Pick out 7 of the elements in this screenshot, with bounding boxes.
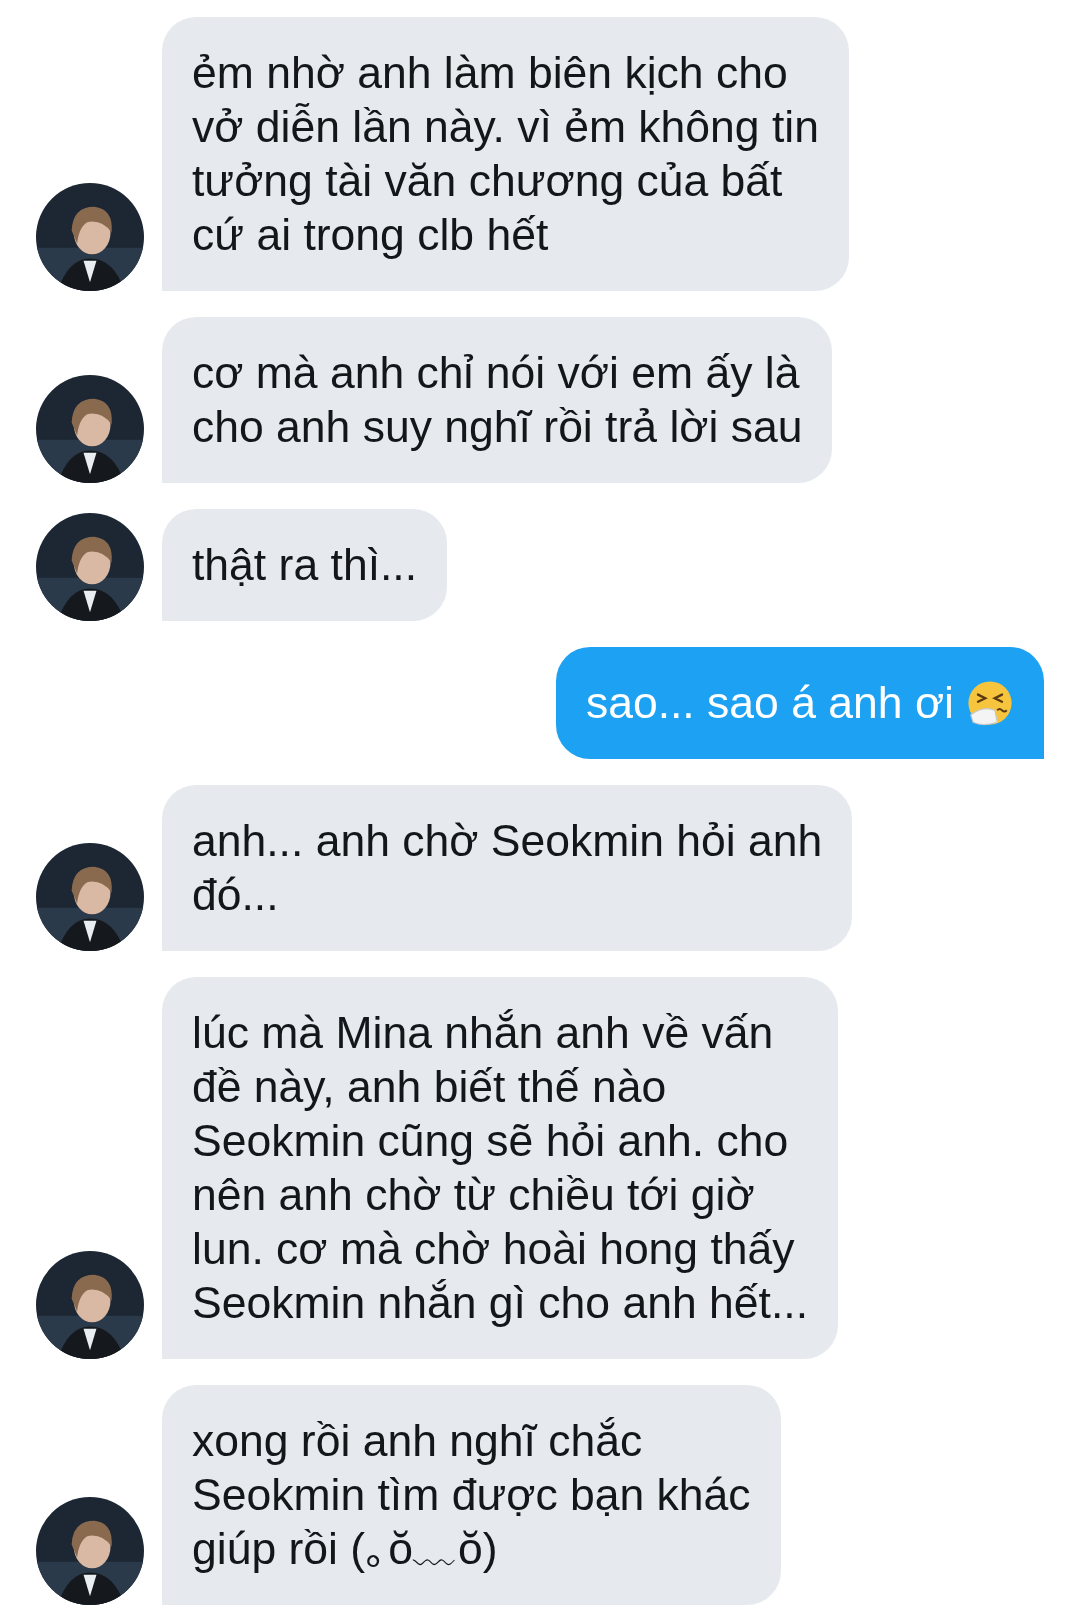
message-bubble: anh... anh chờ Seokmin hỏi anh đó... xyxy=(162,785,853,951)
message-bubble: ẻm nhờ anh làm biên kịch cho vở diễn lần này. vì ẻm không tin tưởng tài văn chương của bất cứ ai trong clb hết xyxy=(162,17,849,291)
message-bubble: xong rồi anh nghĩ chắc Seokmin tìm được bạn khác giúp rồi (｡ŏ﹏ŏ) xyxy=(162,1385,781,1605)
message-bubble: sao... sao á anh ơi xyxy=(555,647,1044,759)
message-bubble: thật ra thì... xyxy=(162,509,448,621)
message-bubble: cơ mà anh chỉ nói với em ấy là cho anh suy nghĩ rồi trả lời sau xyxy=(162,317,833,483)
message-bubble: lúc mà Mina nhắn anh về vấn đề này, anh biết thế nào Seokmin cũng sẽ hỏi anh. cho nên anh chờ từ chiều tới giờ lun. cơ mà chờ hoài hong thấy Seokmin nhắn gì cho anh hết... xyxy=(162,977,838,1359)
